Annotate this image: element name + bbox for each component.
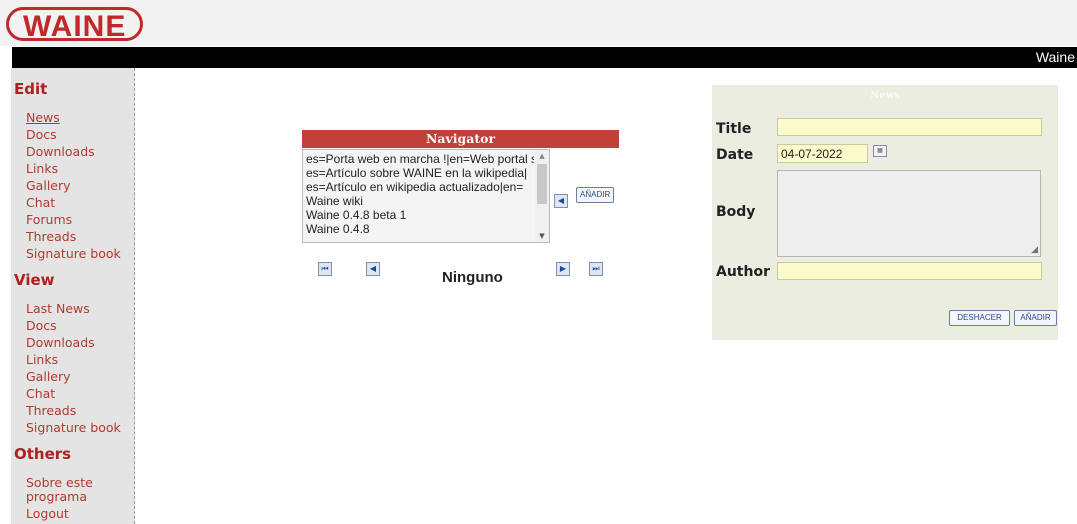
top-bar-text: Waine <box>1035 49 1075 65</box>
edit-downloads-link[interactable]: Downloads <box>26 144 95 159</box>
date-input[interactable]: 04-07-2022 <box>777 144 868 163</box>
logout-link[interactable]: Logout <box>26 506 69 521</box>
edit-forums-link[interactable]: Forums <box>26 212 72 227</box>
author-label: Author <box>716 264 770 280</box>
view-links-link[interactable]: Links <box>26 352 58 367</box>
edit-gallery-link[interactable]: Gallery <box>26 178 71 193</box>
previous-record-icon[interactable]: ◀ <box>366 262 380 276</box>
others-about-link-line2[interactable]: programa <box>26 489 87 504</box>
navigator-list-item[interactable]: Waine 0.4.8 beta 1 <box>306 208 534 222</box>
section-others-title: Others <box>14 445 72 463</box>
resize-grip-icon[interactable]: ◢ <box>1031 245 1038 255</box>
view-docs-link[interactable]: Docs <box>26 318 57 333</box>
first-record-icon[interactable]: ⏮ <box>318 262 332 276</box>
navigator-add-button[interactable]: AÑADIR <box>576 187 615 203</box>
edit-chat-link[interactable]: Chat <box>26 195 55 210</box>
edit-links-link[interactable]: Links <box>26 161 58 176</box>
title-label: Title <box>716 121 752 137</box>
news-form-panel: News Title Date 04-07-2022 ▦ Body ◢ Auth… <box>712 85 1058 340</box>
edit-docs-link[interactable]: Docs <box>26 127 57 142</box>
date-label: Date <box>716 147 754 163</box>
navigator-list[interactable]: es=Porta web en marcha !|en=Web portal s… <box>302 149 550 243</box>
title-input[interactable] <box>777 118 1042 136</box>
navigator-list-item[interactable]: es=Porta web en marcha !|en=Web portal s <box>306 152 534 166</box>
navigator-panel: Navigator es=Porta web en marcha !|en=We… <box>302 130 619 244</box>
view-threads-link[interactable]: Threads <box>26 403 76 418</box>
calendar-icon[interactable]: ▦ <box>873 145 887 157</box>
navigator-list-item[interactable]: es=Artículo sobre WAINE en la wikipedia| <box>306 166 534 180</box>
last-record-icon[interactable]: ⏭ <box>589 262 603 276</box>
arrow-left-icon[interactable]: ◀ <box>554 194 568 208</box>
scroll-down-arrow-icon[interactable]: ▼ <box>535 230 549 242</box>
waine-logo[interactable]: WAINE <box>6 7 144 43</box>
current-record-status: Ninguno <box>442 269 503 286</box>
header: WAINE <box>0 0 1077 46</box>
scroll-thumb[interactable] <box>537 164 547 204</box>
navigator-scrollbar[interactable]: ▲ ▼ <box>535 150 549 242</box>
view-chat-link[interactable]: Chat <box>26 386 55 401</box>
section-view-title: View <box>14 271 55 289</box>
edit-signature-book-link[interactable]: Signature book <box>26 246 121 261</box>
view-downloads-link[interactable]: Downloads <box>26 335 95 350</box>
navigator-title: Navigator <box>302 130 619 148</box>
body-textarea[interactable]: ◢ <box>777 170 1041 257</box>
body-label: Body <box>716 204 756 220</box>
navigator-list-item[interactable]: Waine wiki <box>306 194 534 208</box>
view-gallery-link[interactable]: Gallery <box>26 369 71 384</box>
edit-news-link[interactable]: News <box>26 110 60 125</box>
sidebar: Edit News Docs Downloads Links Gallery C… <box>11 68 135 524</box>
edit-threads-link[interactable]: Threads <box>26 229 76 244</box>
scroll-up-arrow-icon[interactable]: ▲ <box>535 150 549 162</box>
undo-button[interactable]: DESHACER <box>949 310 1010 326</box>
next-record-icon[interactable]: ▶ <box>556 262 570 276</box>
navigator-list-item[interactable]: Waine 0.4.8 <box>306 222 534 236</box>
news-add-button[interactable]: AÑADIR <box>1014 310 1057 326</box>
others-about-link-line1[interactable]: Sobre este <box>26 475 93 490</box>
navigator-list-item[interactable]: es=Artículo en wikipedia actualizado|en= <box>306 180 534 194</box>
news-form-title: News <box>870 90 900 101</box>
author-input[interactable] <box>777 262 1042 280</box>
top-bar: Waine <box>12 47 1077 68</box>
section-edit-title: Edit <box>14 80 48 98</box>
view-last-news-link[interactable]: Last News <box>26 301 90 316</box>
view-signature-book-link[interactable]: Signature book <box>26 420 121 435</box>
